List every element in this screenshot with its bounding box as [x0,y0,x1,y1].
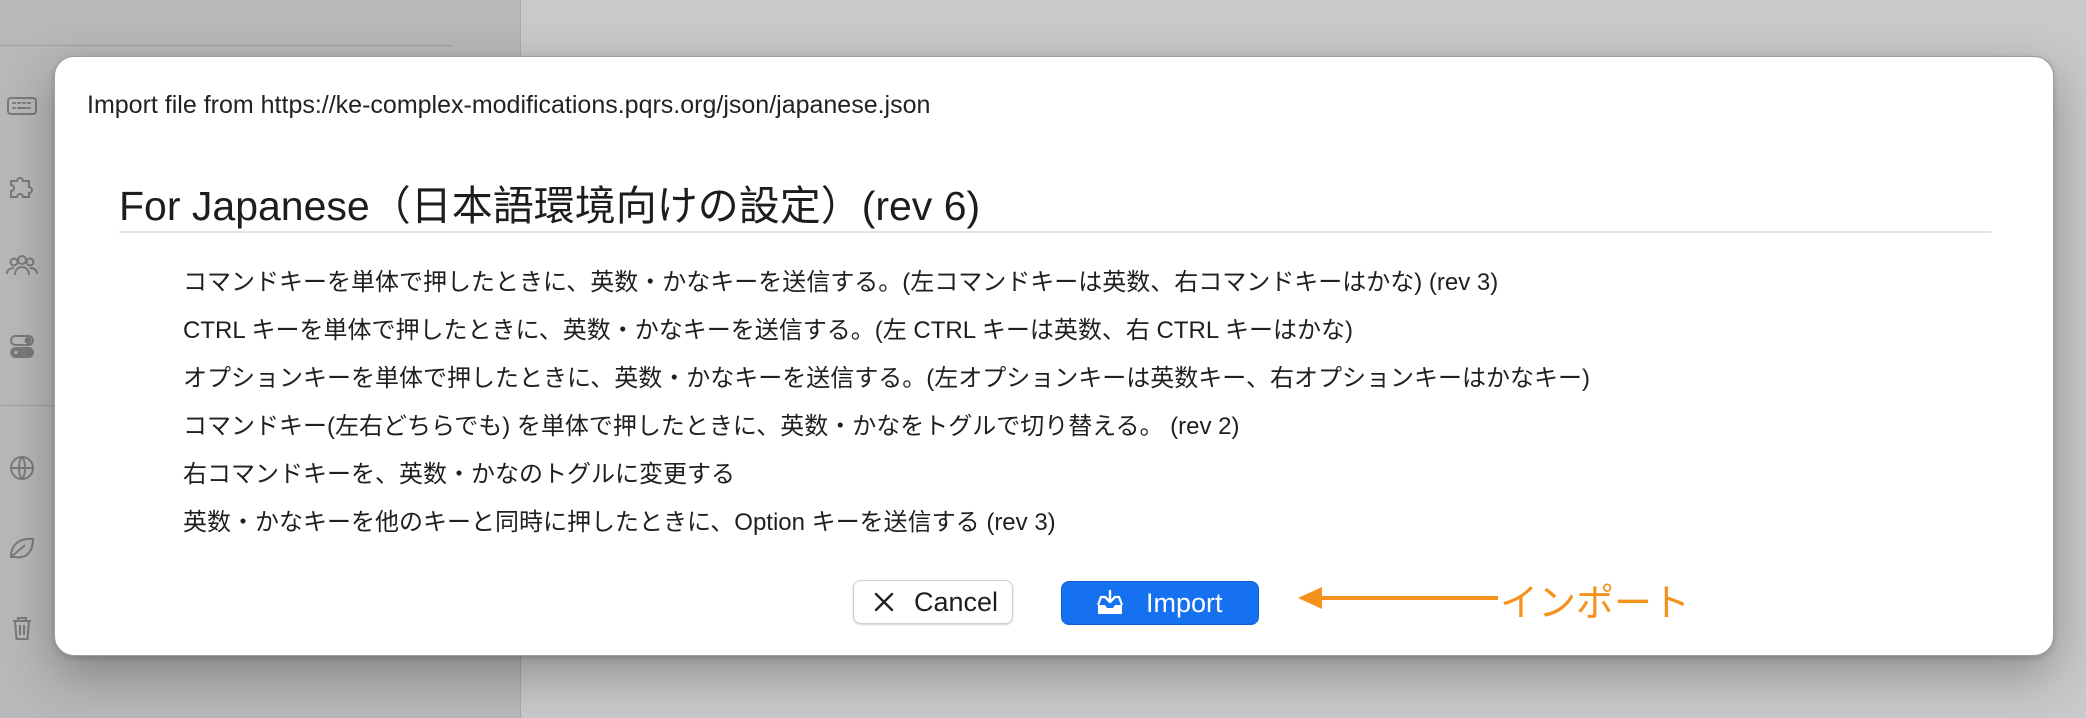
rule-list: コマンドキーを単体で押したときに、英数・かなキーを送信する。(左コマンドキーは英… [183,259,1590,547]
import-label: Import [1146,587,1223,618]
rule-item: オプションキーを単体で押したときに、英数・かなキーを送信する。(左オプションキー… [183,365,1591,392]
leaf-icon[interactable] [4,530,40,566]
keyboard-icon[interactable] [4,88,40,124]
rule-item: コマンドキーを単体で押したときに、英数・かなキーを送信する。(左コマンドキーは英… [183,269,1499,296]
rule-item: 英数・かなキーを他のキーと同時に押したときに、Option キーを送信する (r… [183,509,1056,536]
cancel-label: Cancel [914,586,999,617]
download-tray-icon [1096,589,1124,614]
source-url-text: Import file from https://ke-complex-modi… [87,91,931,119]
trash-icon[interactable] [4,610,40,646]
import-dialog: Import file from https://ke-complex-modi… [54,56,2054,656]
rule-item: CTRL キーを単体で押したときに、英数・かなキーを送信する。(左 CTRL キ… [183,317,1353,344]
close-icon [874,592,894,612]
cancel-button[interactable]: Cancel [853,580,1013,624]
puzzle-icon[interactable] [4,168,40,204]
title-divider [119,231,1991,233]
annotation-arrow-icon [1298,587,1498,609]
rule-item: 右コマンドキーを、英数・かなのトグルに変更する [183,461,735,488]
rule-item: コマンドキー(左右どちらでも) を単体で押したときに、英数・かなをトグルで切り替… [183,413,1240,440]
toggle-icon[interactable] [4,328,40,364]
dialog-actions: Cancel Import [55,580,2053,626]
annotation-label: インポート [1500,583,1691,625]
globe-icon[interactable] [4,450,40,486]
rule-set-title: For Japanese（日本語環境向けの設定）(rev 6) [119,183,981,229]
sidebar-divider [0,45,452,46]
import-button[interactable]: Import [1061,581,1259,625]
users-icon[interactable] [4,248,40,284]
